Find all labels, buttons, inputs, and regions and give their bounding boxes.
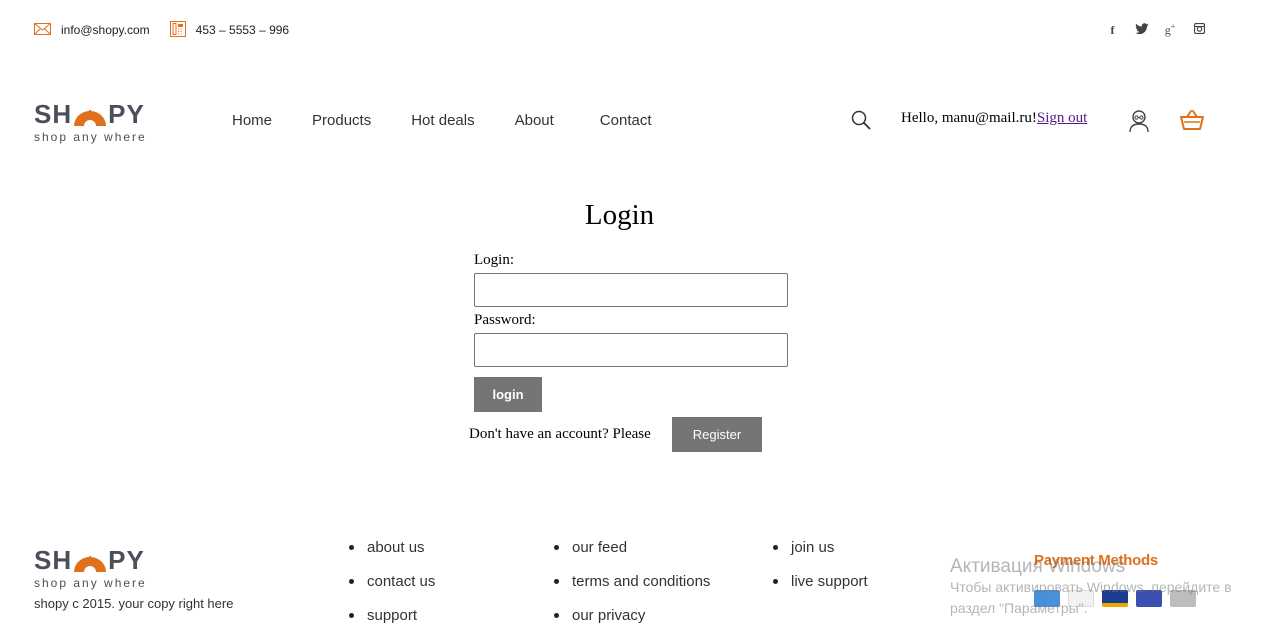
footer-link-contact-us[interactable]: contact us (349, 573, 435, 607)
facebook-icon[interactable]: f (1107, 23, 1118, 38)
logo-text-right: PY (108, 98, 145, 129)
footer-logo-text-right: PY (108, 544, 145, 575)
footer-logo-wordmark: SH PY (34, 544, 154, 575)
watermark-line2: Чтобы активировать Windows, перейдите в (950, 579, 1232, 595)
instagram-icon[interactable] (1193, 22, 1206, 37)
shopping-basket-icon[interactable] (1180, 110, 1204, 135)
footer-links-col3: join us live support (773, 539, 868, 607)
password-input[interactable] (474, 333, 788, 367)
envelope-icon (34, 22, 51, 38)
password-label: Password: (474, 312, 536, 328)
login-title: Login (584, 199, 655, 231)
footer-link-about-us[interactable]: about us (349, 539, 435, 573)
footer-links-col2: our feed terms and conditions our privac… (554, 539, 710, 641)
nav-products[interactable]: Products (312, 112, 371, 129)
footer-link-join-us[interactable]: join us (773, 539, 868, 573)
windows-activation-watermark: Активация Windows Чтобы активировать Win… (950, 556, 1232, 619)
contact-email[interactable]: info@shopy.com (34, 22, 150, 38)
nav-about[interactable]: About (515, 112, 554, 129)
logo-tagline: shop any where (34, 130, 147, 144)
footer-logo-text-left: SH (34, 544, 73, 575)
footer-link-support[interactable]: support (349, 607, 435, 641)
umbrella-logo-icon (73, 103, 107, 126)
search-icon[interactable] (851, 110, 871, 135)
phone-icon (169, 20, 186, 40)
footer-link-live-support[interactable]: live support (773, 573, 868, 607)
footer-umbrella-logo-icon (73, 549, 107, 572)
contact-email-text: info@shopy.com (61, 23, 150, 37)
logo-text-left: SH (34, 98, 73, 129)
nav-contact[interactable]: Contact (600, 112, 652, 129)
social-links: f g+ (1107, 22, 1206, 38)
login-input[interactable] (474, 273, 788, 307)
brand-logo[interactable]: SH PY shop any where (34, 98, 154, 146)
user-account-icon[interactable] (1128, 109, 1150, 138)
watermark-line3: раздел "Параметры". (950, 600, 1088, 616)
login-button[interactable]: login (474, 377, 542, 412)
footer-logo[interactable]: SH PY shop any where (34, 544, 154, 592)
top-contact-bar: info@shopy.com 453 – 5553 – 996 (34, 20, 309, 40)
main-nav: Home Products Hot deals About Contact (232, 112, 652, 129)
logo-wordmark: SH PY (34, 98, 154, 129)
watermark-title: Активация Windows (950, 556, 1126, 577)
twitter-icon[interactable] (1135, 22, 1149, 38)
account-greeting: Hello, manu@mail.ru!Sign out (901, 110, 1087, 127)
register-button[interactable]: Register (672, 417, 762, 452)
login-label: Login: (474, 252, 514, 268)
copyright-text: shopy c 2015. your copy right here (34, 596, 234, 611)
nav-home[interactable]: Home (232, 112, 272, 129)
footer-logo-tagline: shop any where (34, 576, 147, 590)
sign-out-link[interactable]: Sign out (1037, 110, 1087, 126)
footer-link-terms[interactable]: terms and conditions (554, 573, 710, 607)
greeting-text: Hello, manu@mail.ru! (901, 110, 1037, 126)
footer-link-our-feed[interactable]: our feed (554, 539, 710, 573)
contact-phone[interactable]: 453 – 5553 – 996 (169, 20, 290, 40)
footer-link-privacy[interactable]: our privacy (554, 607, 710, 641)
register-prompt: Don't have an account? Please (469, 426, 651, 442)
nav-hot-deals[interactable]: Hot deals (411, 112, 474, 129)
google-plus-icon[interactable]: g+ (1163, 22, 1177, 38)
footer-links-col1: about us contact us support (349, 539, 435, 641)
contact-phone-text: 453 – 5553 – 996 (195, 23, 290, 37)
